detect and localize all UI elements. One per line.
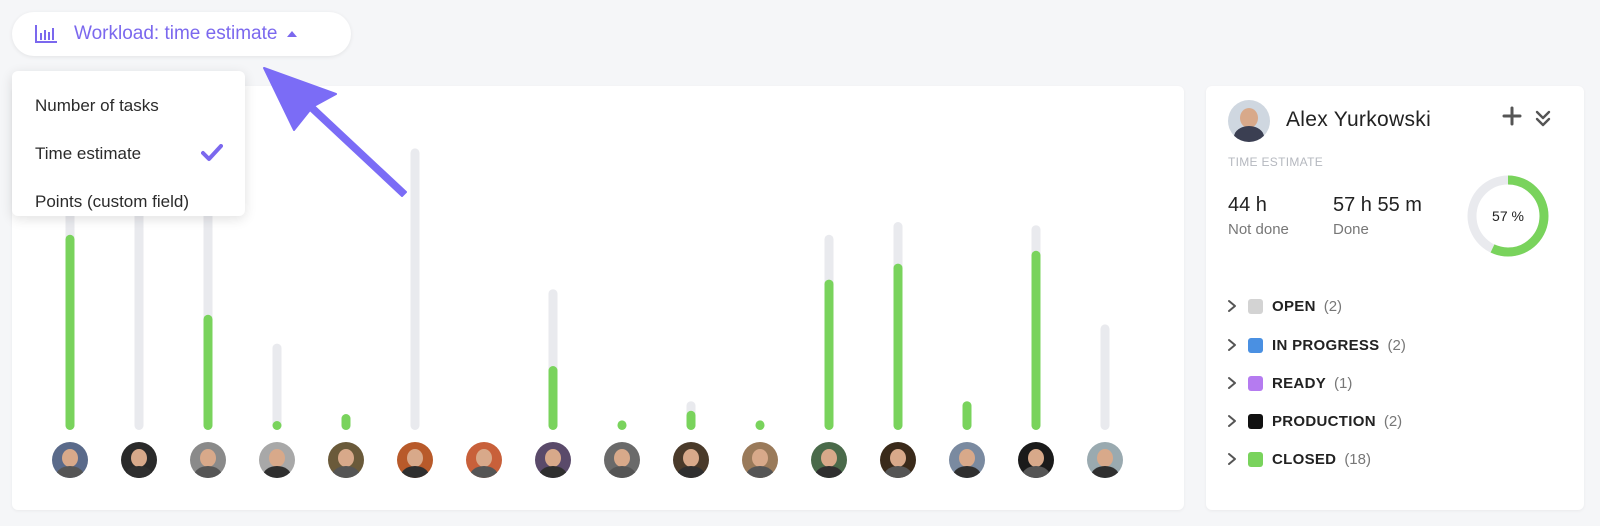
caret-up-icon: [287, 31, 298, 37]
not-done-caption: Not done: [1228, 221, 1289, 238]
avatar[interactable]: [604, 442, 640, 478]
avatar[interactable]: [466, 442, 502, 478]
avatar[interactable]: [880, 442, 916, 478]
status-count: (2): [1323, 297, 1343, 315]
done-bar[interactable]: [548, 366, 558, 430]
annotation-arrow-icon: [263, 67, 407, 197]
chevron-right-icon: [1228, 339, 1236, 351]
status-name: CLOSED: [1272, 450, 1337, 468]
avatar[interactable]: [259, 442, 295, 478]
menu-item-label: Points (custom field): [35, 192, 189, 211]
avatar[interactable]: [1228, 100, 1270, 142]
status-count: (1): [1334, 374, 1353, 392]
avatar[interactable]: [811, 442, 847, 478]
status-row-ready[interactable]: READY (1): [1226, 371, 1352, 395]
total-estimate-bar[interactable]: [272, 343, 282, 430]
chevron-right-icon: [1228, 300, 1236, 312]
done-bar[interactable]: [203, 314, 213, 430]
status-color-swatch: [1248, 375, 1263, 391]
avatar[interactable]: [535, 442, 571, 478]
chevron-right-icon: [1228, 453, 1236, 465]
chevron-right-icon: [1228, 415, 1236, 427]
done-bar[interactable]: [686, 410, 696, 430]
status-name: PRODUCTION: [1272, 412, 1376, 430]
menu-item-time-estimate[interactable]: Time estimate: [12, 130, 245, 178]
chevron-right-icon: [1228, 377, 1236, 389]
status-row-in-progress[interactable]: IN PROGRESS (2): [1226, 333, 1406, 357]
menu-item-points-custom-field[interactable]: Points (custom field): [12, 178, 245, 226]
avatar[interactable]: [397, 442, 433, 478]
status-name: OPEN: [1272, 297, 1316, 315]
workload-mode-dropdown[interactable]: Workload: time estimate: [12, 12, 351, 56]
avatar[interactable]: [673, 442, 709, 478]
done-bar[interactable]: [341, 414, 351, 430]
avatar[interactable]: [742, 442, 778, 478]
status-color-swatch: [1248, 337, 1263, 353]
avatar[interactable]: [121, 442, 157, 478]
status-name: IN PROGRESS: [1272, 336, 1380, 354]
menu-item-label: Time estimate: [35, 144, 142, 163]
status-count: (2): [1387, 336, 1406, 354]
status-color-swatch: [1248, 413, 1263, 429]
plus-icon[interactable]: [1502, 106, 1522, 126]
done-bar[interactable]: [893, 263, 903, 430]
status-count: (18): [1344, 450, 1371, 468]
avatar[interactable]: [1018, 442, 1054, 478]
done-bar[interactable]: [1031, 250, 1041, 430]
done-bar[interactable]: [617, 420, 627, 430]
total-estimate-bar[interactable]: [1100, 324, 1110, 430]
checkmark-icon: [201, 144, 223, 161]
user-workload-panel: Alex Yurkowski TIME ESTIMATE 44 h Not do…: [1206, 86, 1584, 510]
avatar[interactable]: [949, 442, 985, 478]
user-name: Alex Yurkowski: [1286, 108, 1432, 131]
menu-item-number-of-tasks[interactable]: Number of tasks: [12, 82, 245, 130]
status-name: READY: [1272, 374, 1327, 392]
percent-label: 57 %: [1492, 208, 1524, 224]
avatar[interactable]: [52, 442, 88, 478]
status-row-production[interactable]: PRODUCTION (2): [1226, 409, 1402, 433]
done-bar[interactable]: [65, 234, 75, 430]
menu-item-label: Number of tasks: [35, 96, 159, 115]
status-row-closed[interactable]: CLOSED (18): [1226, 447, 1371, 471]
bar-chart-icon: [35, 25, 57, 43]
double-chevron-down-icon[interactable]: [1534, 108, 1552, 128]
done-bar[interactable]: [755, 420, 765, 430]
done-caption: Done: [1333, 221, 1369, 238]
dropdown-label: Workload: time estimate: [74, 23, 278, 44]
done-bar[interactable]: [272, 421, 282, 430]
avatar[interactable]: [328, 442, 364, 478]
done-bar[interactable]: [824, 279, 834, 430]
done-bar[interactable]: [962, 401, 972, 430]
not-done-value: 44 h: [1228, 194, 1267, 216]
avatar[interactable]: [190, 442, 226, 478]
workload-mode-menu: Number of tasks Time estimate Points (cu…: [12, 71, 245, 216]
done-value: 57 h 55 m: [1333, 194, 1422, 216]
status-color-swatch: [1248, 298, 1263, 314]
section-label: TIME ESTIMATE: [1228, 155, 1324, 169]
avatar[interactable]: [1087, 442, 1123, 478]
status-row-open[interactable]: OPEN (2): [1226, 294, 1342, 318]
status-count: (2): [1383, 412, 1403, 430]
status-color-swatch: [1248, 451, 1263, 467]
